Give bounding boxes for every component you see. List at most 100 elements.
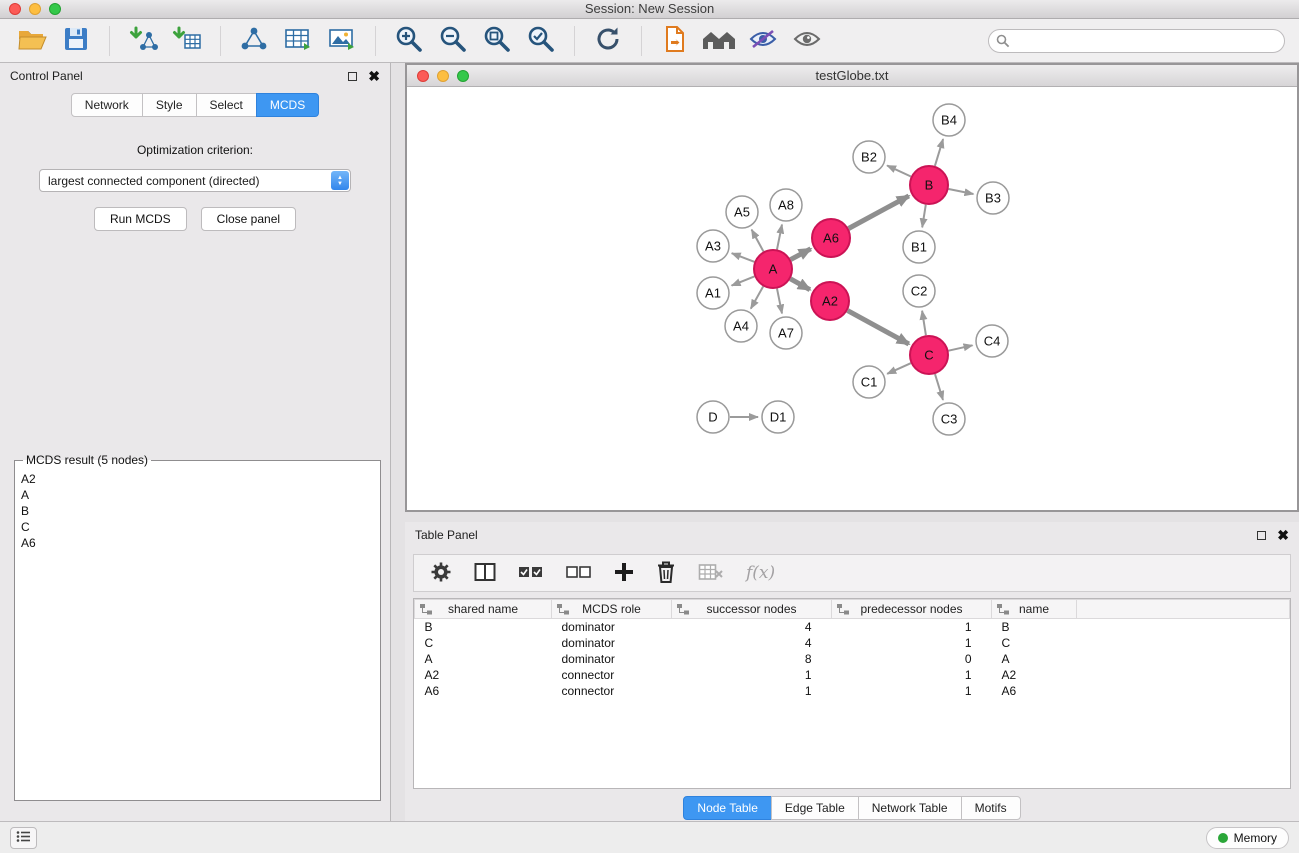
table-cell[interactable]: A: [415, 651, 552, 667]
mcds-result-item[interactable]: B: [21, 503, 374, 519]
edge-A6-B[interactable]: [849, 196, 909, 229]
graph-node-A[interactable]: A: [754, 250, 792, 288]
table-cell[interactable]: 1: [832, 683, 992, 699]
edge-B-B2[interactable]: [887, 166, 911, 177]
table-cell[interactable]: 1: [832, 635, 992, 651]
edge-B-B1[interactable]: [922, 205, 926, 228]
memory-button[interactable]: Memory: [1206, 827, 1289, 849]
column-header-successor-nodes[interactable]: successor nodes: [672, 600, 832, 619]
delete-table-button[interactable]: [698, 563, 724, 584]
close-table-panel-icon[interactable]: ✖: [1277, 530, 1289, 540]
task-history-button[interactable]: [10, 827, 37, 849]
edge-A-A5[interactable]: [752, 230, 764, 252]
table-cell[interactable]: connector: [552, 683, 672, 699]
graph-node-A5[interactable]: A5: [726, 196, 758, 228]
save-session-button[interactable]: [58, 23, 94, 59]
select-all-button[interactable]: [518, 565, 544, 582]
unselect-all-button[interactable]: [566, 565, 592, 582]
graph-node-D1[interactable]: D1: [762, 401, 794, 433]
graph-node-C[interactable]: C: [910, 336, 948, 374]
tab-style[interactable]: Style: [142, 93, 197, 117]
column-header-name[interactable]: name: [992, 600, 1077, 619]
table-row[interactable]: Adominator80A: [415, 651, 1290, 667]
graph-node-B2[interactable]: B2: [853, 141, 885, 173]
graph-node-C3[interactable]: C3: [933, 403, 965, 435]
criterion-dropdown[interactable]: largest connected component (directed) ▲…: [39, 169, 351, 192]
table-cell[interactable]: 8: [672, 651, 832, 667]
table-cell[interactable]: B: [415, 619, 552, 635]
tab-network[interactable]: Network: [71, 93, 143, 117]
function-builder-button[interactable]: f(x): [746, 563, 775, 583]
graph-node-A8[interactable]: A8: [770, 189, 802, 221]
network-window-titlebar[interactable]: testGlobe.txt: [407, 65, 1297, 87]
export-image-button[interactable]: [324, 23, 360, 59]
close-panel-button[interactable]: Close panel: [201, 207, 296, 231]
table-cell[interactable]: C: [992, 635, 1077, 651]
close-network-window-button[interactable]: [417, 70, 429, 82]
import-table-button[interactable]: [169, 23, 205, 59]
edge-C-C1[interactable]: [887, 363, 911, 374]
open-session-button[interactable]: [14, 23, 50, 59]
zoom-network-window-button[interactable]: [457, 70, 469, 82]
edge-A-A3[interactable]: [732, 253, 755, 262]
open-recent-file-button[interactable]: [657, 23, 693, 59]
zoom-in-button[interactable]: [391, 23, 427, 59]
table-cell[interactable]: 4: [672, 635, 832, 651]
edge-C-C2[interactable]: [922, 311, 926, 335]
table-cell[interactable]: dominator: [552, 635, 672, 651]
close-window-button[interactable]: [9, 3, 21, 15]
table-row[interactable]: A6connector11A6: [415, 683, 1290, 699]
table-cell[interactable]: A6: [992, 683, 1077, 699]
graph-node-A2[interactable]: A2: [811, 282, 849, 320]
tab-select[interactable]: Select: [196, 93, 257, 117]
table-cell[interactable]: dominator: [552, 619, 672, 635]
column-header-MCDS-role[interactable]: MCDS role: [552, 600, 672, 619]
table-cell[interactable]: A2: [992, 667, 1077, 683]
table-row[interactable]: Bdominator41B: [415, 619, 1290, 635]
graph-node-C1[interactable]: C1: [853, 366, 885, 398]
edge-A-A6[interactable]: [791, 249, 811, 260]
float-panel-icon[interactable]: [348, 72, 357, 81]
graph-node-B[interactable]: B: [910, 166, 948, 204]
table-cell[interactable]: 4: [672, 619, 832, 635]
table-cell[interactable]: 1: [832, 619, 992, 635]
minimize-window-button[interactable]: [29, 3, 41, 15]
table-cell[interactable]: A6: [415, 683, 552, 699]
zoom-out-button[interactable]: [435, 23, 471, 59]
show-column-button[interactable]: [474, 562, 496, 585]
graph-node-B3[interactable]: B3: [977, 182, 1009, 214]
new-table-button[interactable]: [280, 23, 316, 59]
tab-network-table[interactable]: Network Table: [858, 796, 962, 820]
zoom-fit-button[interactable]: [479, 23, 515, 59]
edge-C-C3[interactable]: [935, 374, 943, 400]
tab-motifs[interactable]: Motifs: [961, 796, 1021, 820]
table-cell[interactable]: 1: [672, 667, 832, 683]
search-input[interactable]: [988, 29, 1285, 53]
network-graph[interactable]: B4B2BB3A5A8A6A3B1AC2A1A2A4A7C4CC1C3DD1: [407, 87, 1297, 510]
table-cell[interactable]: A: [992, 651, 1077, 667]
edge-A-A2[interactable]: [790, 279, 810, 290]
minimize-network-window-button[interactable]: [437, 70, 449, 82]
show-hide-button[interactable]: [789, 23, 825, 59]
float-table-panel-icon[interactable]: [1257, 531, 1266, 540]
graph-node-A6[interactable]: A6: [812, 219, 850, 257]
mcds-result-item[interactable]: A: [21, 487, 374, 503]
close-panel-icon[interactable]: ✖: [368, 71, 380, 81]
graph-node-A7[interactable]: A7: [770, 317, 802, 349]
graph-node-C4[interactable]: C4: [976, 325, 1008, 357]
edge-A-A4[interactable]: [751, 286, 763, 308]
table-cell[interactable]: 0: [832, 651, 992, 667]
delete-row-button[interactable]: [656, 560, 676, 587]
zoom-selected-button[interactable]: [523, 23, 559, 59]
mcds-result-item[interactable]: A6: [21, 535, 374, 551]
graph-node-D[interactable]: D: [697, 401, 729, 433]
column-header-shared-name[interactable]: shared name: [415, 600, 552, 619]
add-row-button[interactable]: [614, 562, 634, 585]
table-row[interactable]: A2connector11A2: [415, 667, 1290, 683]
table-cell[interactable]: A2: [415, 667, 552, 683]
column-header-predecessor-nodes[interactable]: predecessor nodes: [832, 600, 992, 619]
edge-C-C4[interactable]: [949, 345, 973, 350]
run-mcds-button[interactable]: Run MCDS: [94, 207, 187, 231]
graph-node-A4[interactable]: A4: [725, 310, 757, 342]
zoom-window-button[interactable]: [49, 3, 61, 15]
